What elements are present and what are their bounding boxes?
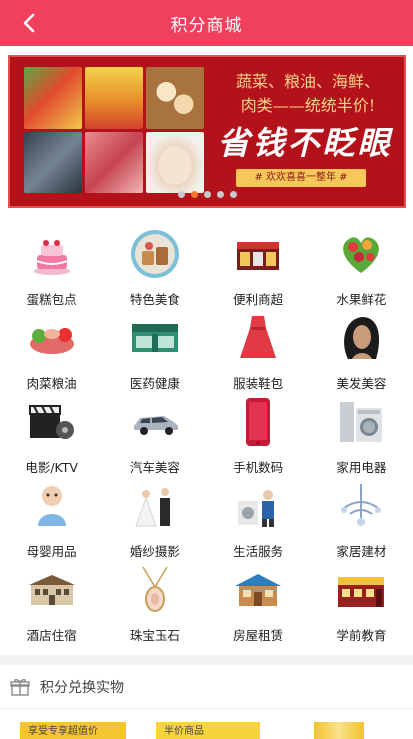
cooking-oil-photo xyxy=(85,67,143,129)
banner-headline-1: 蔬菜、粮油、海鲜、 xyxy=(235,72,380,91)
seafood-photo xyxy=(24,131,82,193)
category-fruit-flowers[interactable]: 水果鲜花 xyxy=(310,224,413,308)
category-label: 珠宝玉石 xyxy=(129,628,180,643)
category-label: 服装鞋包 xyxy=(233,376,284,391)
vegetables-photo xyxy=(24,67,82,129)
category-cake[interactable]: 蛋糕包点 xyxy=(0,224,103,308)
category-label: 汽车美容 xyxy=(129,460,180,475)
category-convenience[interactable]: 便利商超 xyxy=(207,224,310,308)
home-service-icon xyxy=(233,481,283,531)
category-label: 电影/KTV xyxy=(25,460,78,475)
gift-icon xyxy=(9,676,31,698)
pharmacy-icon xyxy=(130,313,180,363)
section-header-points-exchange[interactable]: 积分兑换实物 xyxy=(0,665,413,709)
chandelier-icon xyxy=(336,481,386,531)
chevron-left-icon xyxy=(23,13,35,33)
category-label: 母婴用品 xyxy=(26,544,77,559)
pendant-icon xyxy=(130,565,180,615)
convenience-store-icon xyxy=(233,229,283,279)
category-mother-baby[interactable]: 母婴用品 xyxy=(0,476,103,560)
category-label: 手机数码 xyxy=(233,460,284,475)
category-clothing[interactable]: 服装鞋包 xyxy=(207,308,310,392)
meat-vegetables-icon xyxy=(27,313,77,363)
category-jewelry[interactable]: 珠宝玉石 xyxy=(103,560,206,644)
category-label: 学前教育 xyxy=(336,628,387,643)
category-specialty-food[interactable]: 特色美食 xyxy=(103,224,206,308)
carousel-dot-active[interactable] xyxy=(190,191,198,198)
category-home-building[interactable]: 家居建材 xyxy=(310,476,413,560)
car-icon xyxy=(130,397,180,447)
category-preschool[interactable]: 学前教育 xyxy=(310,560,413,644)
carousel-dot[interactable] xyxy=(203,191,211,198)
category-label: 特色美食 xyxy=(129,292,180,307)
kindergarten-icon xyxy=(336,565,386,615)
product-card-row: 享受专享超值价 半价商品 xyxy=(0,722,413,739)
food-bowl-icon xyxy=(130,229,180,279)
category-label: 美发美容 xyxy=(336,376,387,391)
category-label: 家用电器 xyxy=(336,460,387,475)
category-hair-beauty[interactable]: 美发美容 xyxy=(310,308,413,392)
back-button[interactable] xyxy=(14,8,44,38)
eggs-photo xyxy=(146,67,204,129)
category-label: 医药健康 xyxy=(129,376,180,391)
banner-headline-2: 肉类——统统半价! xyxy=(240,96,376,115)
category-appliances[interactable]: 家用电器 xyxy=(310,392,413,476)
banner-photo-collage xyxy=(24,67,204,193)
category-wedding-photo[interactable]: 婚纱摄影 xyxy=(103,476,206,560)
top-nav-bar: 积分商城 xyxy=(0,0,413,46)
category-pharmacy[interactable]: 医药健康 xyxy=(103,308,206,392)
section-title: 积分兑换实物 xyxy=(40,679,124,696)
category-house-rental[interactable]: 房屋租赁 xyxy=(207,560,310,644)
category-label: 便利商超 xyxy=(233,292,284,307)
hotel-icon xyxy=(27,565,77,615)
dress-icon xyxy=(233,313,283,363)
category-label: 肉菜粮油 xyxy=(26,376,77,391)
category-grid: 蛋糕包点 特色美食 便利商超 水果鲜花 肉菜粮油 医药健康 服装鞋包 美发美容 … xyxy=(0,224,413,644)
product-card-text: 享受专享超值价 xyxy=(28,726,98,737)
promo-banner[interactable]: 蔬菜、粮油、海鲜、 肉类——统统半价! 省钱不眨眼 # 欢欢喜喜一整年 # xyxy=(8,55,406,208)
category-label: 家居建材 xyxy=(336,544,387,559)
category-phones-digital[interactable]: 手机数码 xyxy=(207,392,310,476)
product-card[interactable] xyxy=(314,722,364,739)
section-divider xyxy=(0,655,413,665)
category-hotel[interactable]: 酒店住宿 xyxy=(0,560,103,644)
wedding-icon xyxy=(130,481,180,531)
product-card-text: 半价商品 xyxy=(164,726,204,737)
category-life-service[interactable]: 生活服务 xyxy=(207,476,310,560)
category-car-beauty[interactable]: 汽车美容 xyxy=(103,392,206,476)
category-label: 房屋租赁 xyxy=(233,628,284,643)
product-card[interactable]: 享受专享超值价 xyxy=(20,722,126,739)
film-clapper-icon xyxy=(27,397,77,447)
category-label: 水果鲜花 xyxy=(336,292,387,307)
meat-photo xyxy=(85,131,143,193)
fruit-heart-icon xyxy=(336,229,386,279)
carousel-indicators xyxy=(10,191,404,198)
cake-icon xyxy=(27,229,77,279)
chicken-photo xyxy=(146,131,204,193)
banner-tag: # 欢欢喜喜一整年 # xyxy=(236,169,366,187)
baby-icon xyxy=(27,481,77,531)
category-meat-grain[interactable]: 肉菜粮油 xyxy=(0,308,103,392)
category-label: 酒店住宿 xyxy=(26,628,77,643)
carousel-dot[interactable] xyxy=(229,191,237,198)
page-title: 积分商城 xyxy=(170,15,243,36)
category-label: 蛋糕包点 xyxy=(26,292,77,307)
house-icon xyxy=(233,565,283,615)
carousel-dot[interactable] xyxy=(216,191,224,198)
carousel-dot[interactable] xyxy=(177,191,185,198)
category-label: 生活服务 xyxy=(233,544,284,559)
smartphone-icon xyxy=(233,397,283,447)
category-label: 婚纱摄影 xyxy=(129,544,180,559)
banner-slogan: 省钱不眨眼 xyxy=(217,124,393,162)
hair-beauty-icon xyxy=(336,313,386,363)
washing-machine-icon xyxy=(336,397,386,447)
product-card[interactable]: 半价商品 xyxy=(156,722,260,739)
category-movie-ktv[interactable]: 电影/KTV xyxy=(0,392,103,476)
